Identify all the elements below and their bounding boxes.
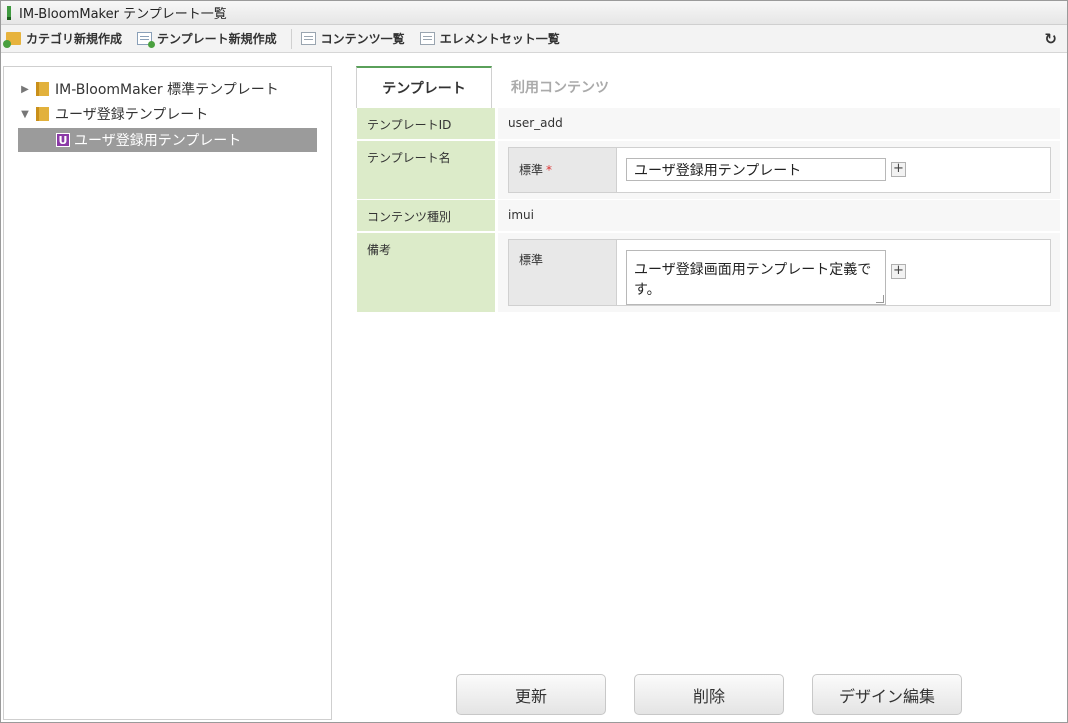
required-mark: * xyxy=(546,163,553,177)
update-button[interactable]: 更新 xyxy=(456,674,606,715)
tree-item-user-registration-template[interactable]: U ユーザ登録用テンプレート xyxy=(18,128,317,152)
template-id-value: user_add xyxy=(498,108,1060,139)
app-mark-icon xyxy=(7,5,11,20)
note-textarea[interactable]: ユーザ登録画面用テンプレート定義です。 xyxy=(626,250,886,305)
collapse-arrow-icon[interactable]: ▼ xyxy=(18,109,32,120)
folder-icon xyxy=(36,82,49,96)
tree-item-label: ユーザ登録テンプレート xyxy=(55,107,209,123)
template-badge-icon: U xyxy=(56,133,70,147)
resize-handle-icon[interactable] xyxy=(876,295,884,303)
list-icon xyxy=(419,32,435,45)
list-icon xyxy=(300,32,316,45)
new-category-label: カテゴリ新規作成 xyxy=(26,32,123,46)
add-locale-icon[interactable]: + xyxy=(891,162,906,177)
tab-used-contents[interactable]: 利用コンテンツ xyxy=(492,66,628,108)
document-add-icon xyxy=(137,32,156,48)
new-category-button[interactable]: カテゴリ新規作成 xyxy=(1,25,132,53)
folder-add-icon xyxy=(3,32,21,48)
tree-item-label: IM-BloomMaker 標準テンプレート xyxy=(55,82,279,98)
detail-tabs: テンプレート 利用コンテンツ xyxy=(356,66,628,108)
window-title: IM-BloomMaker テンプレート一覧 xyxy=(19,7,227,22)
content-list-label: コンテンツ一覧 xyxy=(320,32,405,46)
element-set-list-label: エレメントセット一覧 xyxy=(439,32,560,46)
locale-label: 標準 * xyxy=(509,148,617,192)
title-bar: IM-BloomMaker テンプレート一覧 xyxy=(1,1,1067,25)
folder-icon xyxy=(36,107,49,121)
content-type-row: コンテンツ種別 imui xyxy=(357,200,1060,231)
note-label: 備考 xyxy=(357,233,495,312)
note-text: ユーザ登録画面用テンプレート定義です。 xyxy=(634,262,872,298)
toolbar-divider xyxy=(290,28,292,49)
content-type-label: コンテンツ種別 xyxy=(357,200,495,231)
template-tree-panel xyxy=(3,66,332,720)
locale-label: 標準 xyxy=(509,240,617,305)
template-id-label: テンプレートID xyxy=(357,108,495,139)
template-name-label: テンプレート名 xyxy=(357,141,495,199)
element-set-list-button[interactable]: エレメントセット一覧 xyxy=(415,25,570,53)
tab-template[interactable]: テンプレート xyxy=(356,66,492,108)
design-edit-button[interactable]: デザイン編集 xyxy=(812,674,962,715)
new-template-button[interactable]: テンプレート新規作成 xyxy=(132,25,287,53)
new-template-label: テンプレート新規作成 xyxy=(157,32,277,46)
tree-item-label: ユーザ登録用テンプレート xyxy=(74,133,242,149)
content-list-button[interactable]: コンテンツ一覧 xyxy=(296,25,415,53)
add-locale-icon[interactable]: + xyxy=(891,264,906,279)
tree-item-standard-templates[interactable]: ▶ IM-BloomMaker 標準テンプレート xyxy=(18,78,318,100)
tree-item-user-registration-templates[interactable]: ▼ ユーザ登録テンプレート xyxy=(18,103,318,125)
delete-button[interactable]: 削除 xyxy=(634,674,784,715)
locale-label-text: 標準 xyxy=(519,163,544,177)
template-id-row: テンプレートID user_add xyxy=(357,108,1060,139)
toolbar: カテゴリ新規作成 テンプレート新規作成 コンテンツ一覧 エレメントセット一覧 ↻ xyxy=(1,25,1067,53)
content-type-value: imui xyxy=(498,200,1060,231)
template-name-input[interactable] xyxy=(626,158,886,181)
expand-arrow-icon[interactable]: ▶ xyxy=(18,84,32,95)
refresh-icon[interactable]: ↻ xyxy=(1044,30,1057,48)
